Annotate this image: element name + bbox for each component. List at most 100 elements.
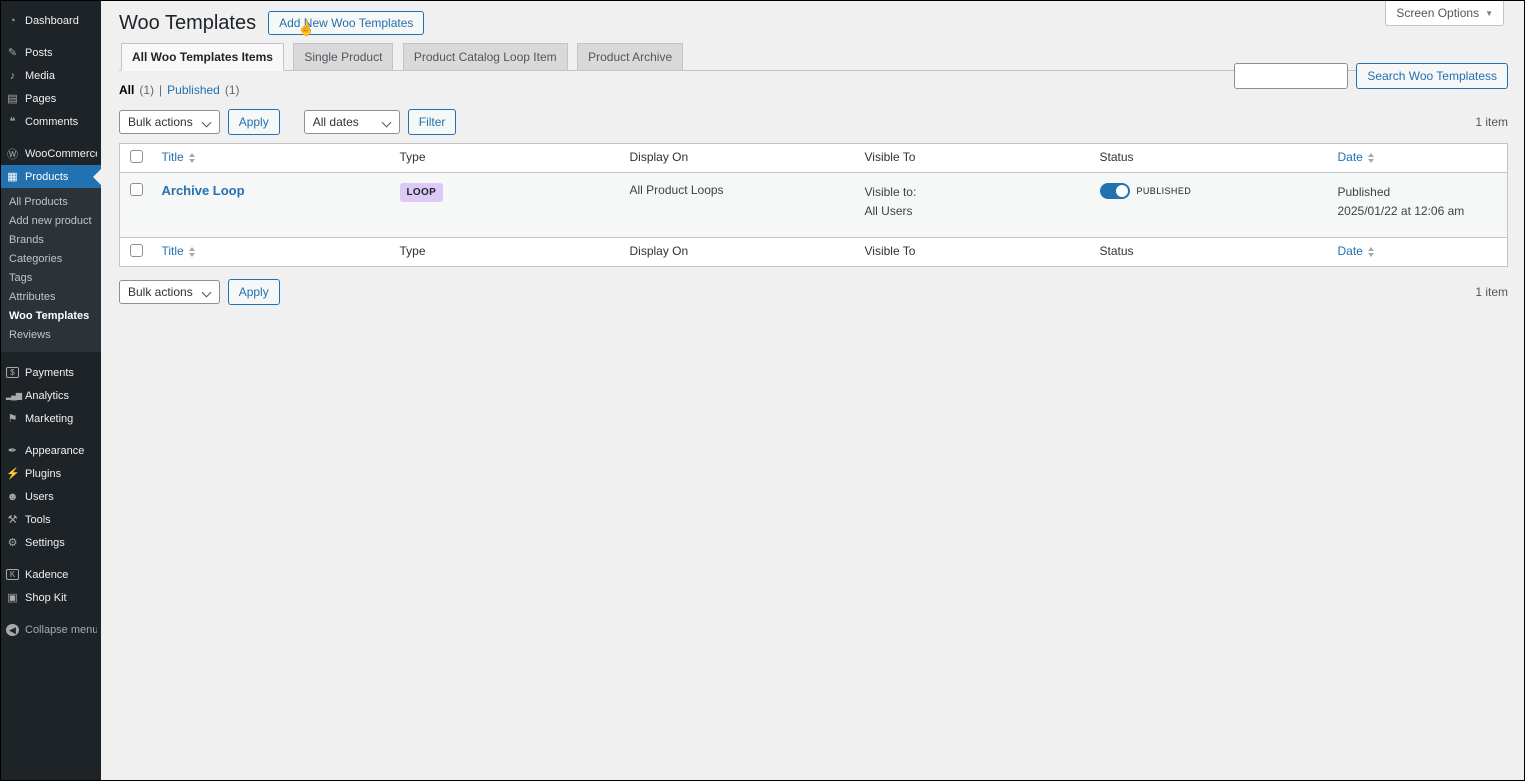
tab-product-archive[interactable]: Product Archive <box>577 43 683 71</box>
sort-icon <box>1368 247 1374 257</box>
tab-single-product[interactable]: Single Product <box>293 43 393 71</box>
add-new-woo-templates-button[interactable]: Add New Woo Templates <box>268 11 424 35</box>
column-header-date[interactable]: Date <box>1338 150 1363 164</box>
sort-icon <box>189 247 195 257</box>
sidebar-item-categories[interactable]: Categories <box>1 249 101 268</box>
apply-button[interactable]: Apply <box>228 109 280 135</box>
sidebar-item-label: Shop Kit <box>25 592 67 604</box>
sidebar-item-pages[interactable]: ▤ Pages <box>1 87 101 110</box>
sidebar-item-payments[interactable]: $ Payments <box>1 361 101 384</box>
sidebar-item-shop-kit[interactable]: ▣ Shop Kit <box>1 586 101 609</box>
marketing-icon: ⚑ <box>6 412 19 425</box>
item-count: 1 item <box>1475 115 1508 129</box>
users-icon: ☻ <box>6 491 19 503</box>
published-toggle[interactable] <box>1100 183 1130 199</box>
sidebar-item-brands[interactable]: Brands <box>1 230 101 249</box>
bulk-actions-select-bottom[interactable]: Bulk actions <box>119 280 220 304</box>
sidebar-item-posts[interactable]: ✎ Posts <box>1 41 101 64</box>
collapse-menu-button[interactable]: ◀ Collapse menu <box>1 618 101 641</box>
sidebar-item-reviews[interactable]: Reviews <box>1 325 101 344</box>
sidebar-item-analytics[interactable]: ▂▄▆ Analytics <box>1 384 101 407</box>
sidebar-item-all-products[interactable]: All Products <box>1 192 101 211</box>
sidebar-item-label: Products <box>25 171 68 183</box>
sidebar-item-label: Tools <box>25 514 51 526</box>
sidebar-item-label: Settings <box>25 537 65 549</box>
top-toolbar: Bulk actions Apply All dates Filter 1 it… <box>119 109 1508 135</box>
sidebar-separator <box>1 554 101 563</box>
sidebar-item-label: Appearance <box>25 445 84 457</box>
sidebar-item-woocommerce[interactable]: Ⓦ WooCommerce <box>1 142 101 165</box>
cart-icon: ▣ <box>6 591 19 604</box>
collapse-menu-label: Collapse menu <box>25 624 97 636</box>
sidebar-item-kadence[interactable]: K Kadence <box>1 563 101 586</box>
sidebar-item-media[interactable]: ♪ Media <box>1 64 101 87</box>
status-cell: PUBLISHED <box>1100 183 1318 199</box>
sidebar-item-label: WooCommerce <box>25 148 97 160</box>
sidebar-item-add-new-product[interactable]: Add new product <box>1 211 101 230</box>
sidebar-item-tags[interactable]: Tags <box>1 268 101 287</box>
select-all-checkbox[interactable] <box>130 150 143 163</box>
view-published-count: (1) <box>225 83 240 97</box>
status-badge: PUBLISHED <box>1137 186 1192 196</box>
analytics-icon: ▂▄▆ <box>6 391 19 400</box>
display-on-cell: All Product Loops <box>620 173 855 238</box>
search-input[interactable] <box>1234 63 1348 89</box>
sidebar-item-label: Media <box>25 70 55 82</box>
bulk-actions-select[interactable]: Bulk actions <box>119 110 220 134</box>
select-all-checkbox[interactable] <box>130 244 143 257</box>
products-submenu: All Products Add new product Brands Cate… <box>1 188 101 352</box>
sidebar-item-label: Users <box>25 491 54 503</box>
row-title-link[interactable]: Archive Loop <box>162 183 245 198</box>
view-published-link[interactable]: Published <box>167 83 220 97</box>
view-all-link[interactable]: All <box>119 83 134 97</box>
column-header-title[interactable]: Title <box>162 150 184 164</box>
sidebar-separator <box>1 609 101 618</box>
sidebar-separator <box>1 133 101 142</box>
table-header-row: Title Type Display On Visible To Status … <box>120 144 1508 173</box>
sidebar-item-settings[interactable]: ⚙ Settings <box>1 531 101 554</box>
sidebar-separator <box>1 430 101 439</box>
sidebar-item-label: Posts <box>25 47 53 59</box>
sidebar-item-marketing[interactable]: ⚑ Marketing <box>1 407 101 430</box>
sidebar-item-label: Marketing <box>25 413 73 425</box>
search-bar: Search Woo Templatess <box>1234 63 1508 89</box>
plugins-icon: ⚡ <box>6 467 19 480</box>
sidebar-item-comments[interactable]: ❝ Comments <box>1 110 101 133</box>
visible-to-line2: All Users <box>865 202 1080 221</box>
tab-product-catalog-loop-item[interactable]: Product Catalog Loop Item <box>403 43 568 71</box>
title-bar: Woo Templates Add New Woo Templates ☝ <box>119 11 1508 35</box>
sidebar-item-appearance[interactable]: ✒ Appearance <box>1 439 101 462</box>
sidebar-item-dashboard[interactable]: ◔ Dashboard <box>1 9 101 32</box>
tab-all-woo-templates-items[interactable]: All Woo Templates Items <box>121 43 284 71</box>
column-footer-status: Status <box>1090 238 1328 267</box>
filter-button[interactable]: Filter <box>408 109 457 135</box>
sidebar-item-users[interactable]: ☻ Users <box>1 485 101 508</box>
dates-filter-select[interactable]: All dates <box>304 110 400 134</box>
row-checkbox[interactable] <box>130 183 143 196</box>
date-line1: Published <box>1338 183 1498 202</box>
apply-button-bottom[interactable]: Apply <box>228 279 280 305</box>
visible-to-line1: Visible to: <box>865 183 1080 202</box>
sidebar-separator <box>1 352 101 361</box>
column-header-visible-to: Visible To <box>855 144 1090 173</box>
sidebar-item-plugins[interactable]: ⚡ Plugins <box>1 462 101 485</box>
sort-icon <box>1368 153 1374 163</box>
products-icon: ▦ <box>6 170 19 183</box>
sidebar-item-woo-templates[interactable]: Woo Templates <box>1 306 101 325</box>
sidebar-item-attributes[interactable]: Attributes <box>1 287 101 306</box>
sidebar-item-label: Dashboard <box>25 15 79 27</box>
page-title: Woo Templates <box>119 12 256 35</box>
sidebar-item-tools[interactable]: ⚒ Tools <box>1 508 101 531</box>
column-footer-title[interactable]: Title <box>162 244 184 258</box>
sidebar-item-label: Comments <box>25 116 78 128</box>
settings-icon: ⚙ <box>6 536 19 549</box>
templates-table: Title Type Display On Visible To Status … <box>119 143 1508 267</box>
admin-sidebar: ◔ Dashboard ✎ Posts ♪ Media ▤ Pages ❝ Co… <box>1 1 101 780</box>
sidebar-item-label: Pages <box>25 93 56 105</box>
main-content: Screen Options ▼ Woo Templates Add New W… <box>101 1 1524 780</box>
date-cell: Published 2025/01/22 at 12:06 am <box>1328 173 1508 238</box>
sidebar-item-products[interactable]: ▦ Products <box>1 165 101 188</box>
column-footer-date[interactable]: Date <box>1338 244 1363 258</box>
search-button[interactable]: Search Woo Templatess <box>1356 63 1508 89</box>
sidebar-item-label: Kadence <box>25 569 68 581</box>
